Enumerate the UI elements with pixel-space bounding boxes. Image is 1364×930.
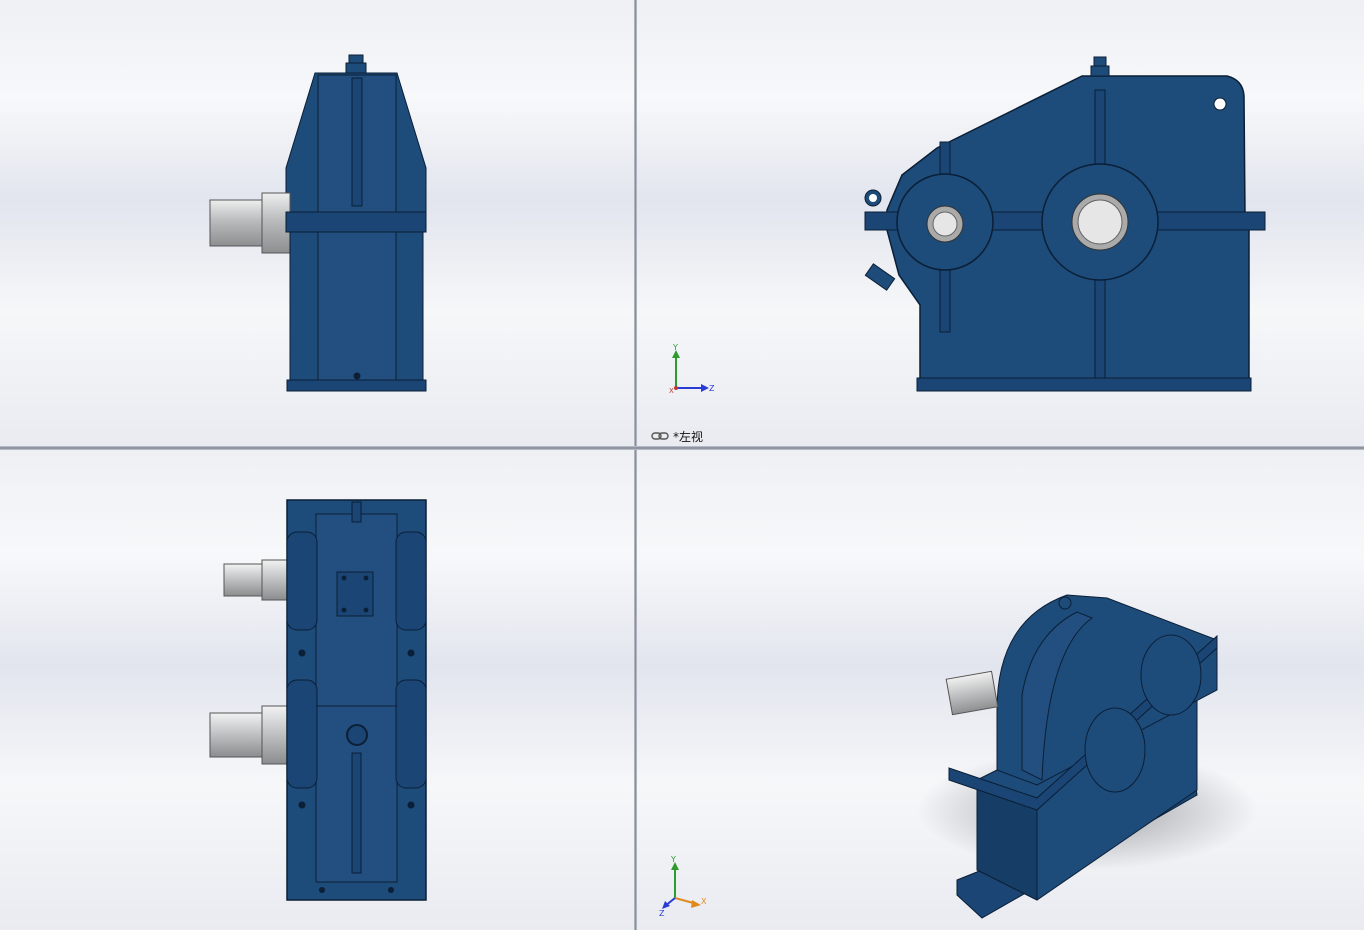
viewport-isometric[interactable]: Y Z X bbox=[637, 450, 1364, 930]
axis-z-label: Z bbox=[709, 384, 715, 393]
gearbox-top-model[interactable] bbox=[0, 450, 634, 930]
viewport-splitter-horizontal[interactable] bbox=[0, 446, 1364, 450]
viewport-splitter-vertical[interactable] bbox=[634, 0, 637, 930]
axis-triad-icon: Y Z X bbox=[659, 855, 707, 916]
view-name-text: *左视 bbox=[673, 429, 704, 444]
axis-y-label: Y bbox=[672, 344, 678, 352]
axis-z-label: Z bbox=[659, 909, 665, 916]
viewport-front[interactable] bbox=[0, 0, 634, 446]
view-link-icon bbox=[651, 432, 669, 440]
viewport-top[interactable] bbox=[0, 450, 634, 930]
view-name-label[interactable]: *左视 bbox=[651, 428, 703, 444]
axis-y-label: Y bbox=[670, 855, 676, 864]
gearbox-side-model[interactable] bbox=[637, 0, 1364, 446]
gearbox-iso-model[interactable] bbox=[637, 450, 1364, 930]
axis-x-label: X bbox=[669, 387, 674, 395]
gearbox-front-model[interactable] bbox=[0, 0, 634, 446]
axis-x-label: X bbox=[701, 897, 707, 906]
viewport-left[interactable]: Y X Z *左视 bbox=[637, 0, 1364, 446]
axis-triad-icon: Y X Z bbox=[669, 344, 715, 395]
